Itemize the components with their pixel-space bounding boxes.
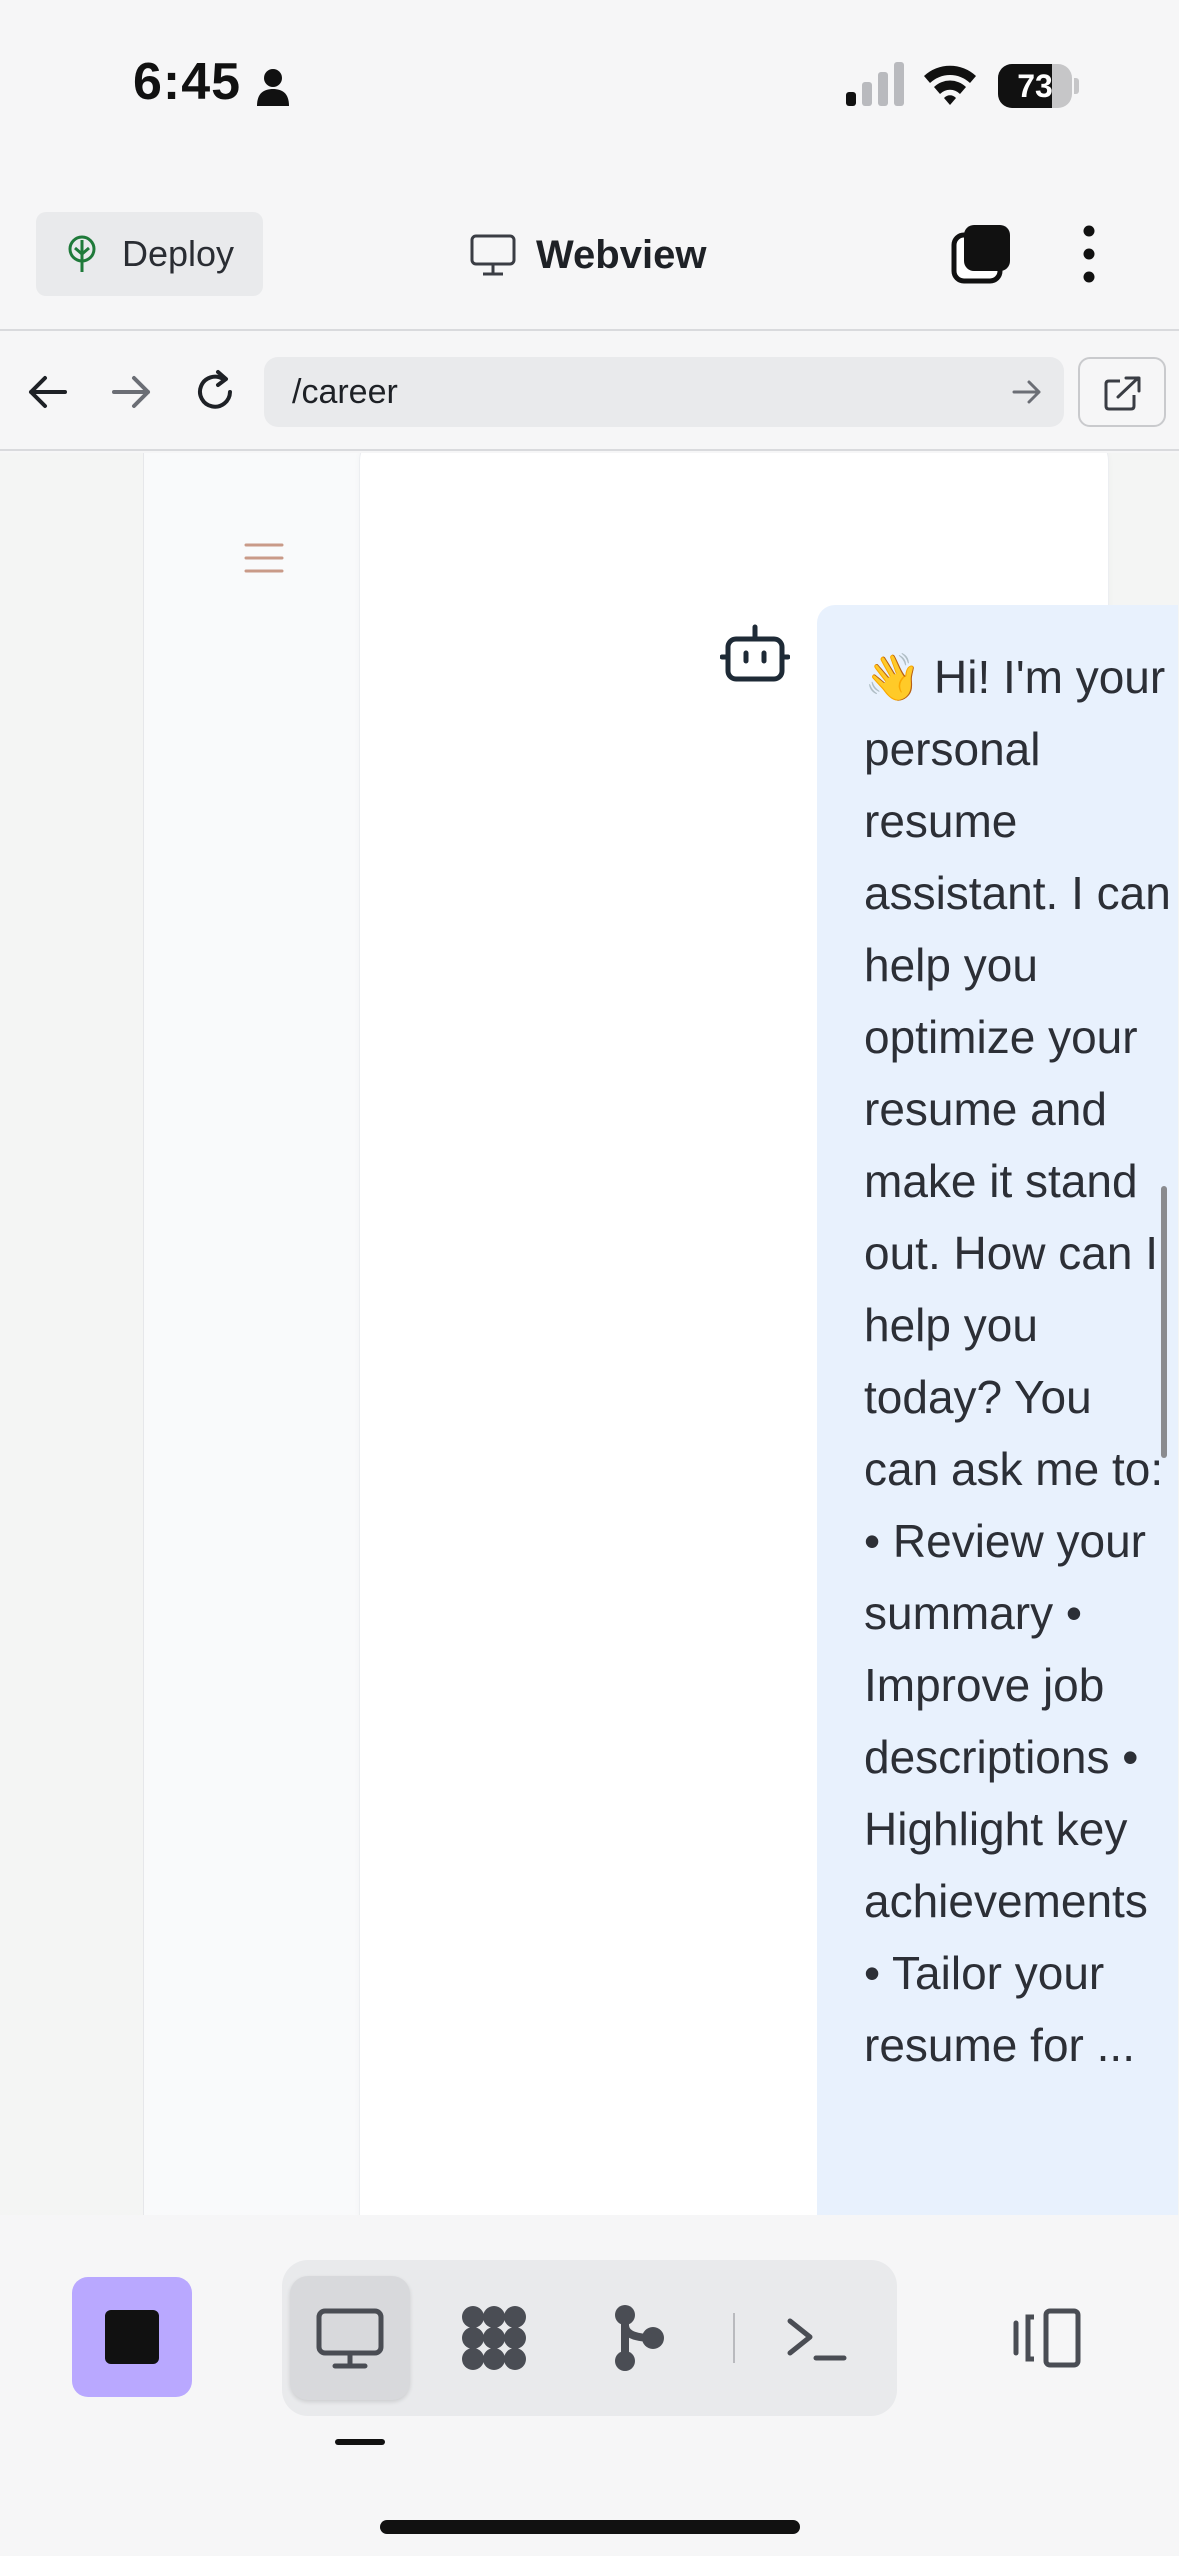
cellular-signal-icon	[846, 62, 904, 106]
terminal-icon	[787, 2318, 847, 2361]
stop-icon	[105, 2310, 159, 2364]
reload-icon[interactable]	[192, 369, 238, 415]
more-vertical-icon[interactable]	[1074, 225, 1104, 283]
url-bar: /career	[0, 333, 1179, 451]
url-input[interactable]: /career	[264, 357, 1064, 427]
deploy-label: Deploy	[122, 233, 235, 274]
bot-icon	[720, 624, 790, 682]
status-bar: 6:45 73	[0, 0, 1179, 175]
webview-content[interactable]: 👋 Hi! I'm your personal resume assistant…	[0, 453, 1179, 2215]
open-external-button[interactable]	[1078, 357, 1166, 427]
wifi-icon	[924, 65, 976, 105]
home-indicator[interactable]	[380, 2520, 800, 2534]
apps-tool-button[interactable]	[434, 2276, 554, 2400]
forward-arrow-icon[interactable]	[108, 369, 154, 415]
git-branch-icon	[615, 2305, 664, 2371]
apps-grid-icon	[462, 2306, 526, 2370]
scrollbar[interactable]	[1161, 1186, 1167, 1458]
app-header: Deploy Webview	[0, 175, 1179, 331]
toolbar-divider	[733, 2313, 735, 2363]
open-external-icon	[1104, 376, 1141, 411]
terminal-tool-button[interactable]	[757, 2276, 877, 2400]
side-panel-icon[interactable]	[1010, 2307, 1082, 2369]
chat-message-bubble: 👋 Hi! I'm your personal resume assistant…	[817, 605, 1178, 2215]
hamburger-menu-icon[interactable]	[244, 541, 284, 575]
monitor-icon	[316, 2308, 384, 2369]
chat-card: 👋 Hi! I'm your personal resume assistant…	[360, 453, 1178, 2215]
webview-tab[interactable]: Webview	[470, 225, 706, 285]
status-time: 6:45	[133, 53, 242, 111]
back-arrow-icon[interactable]	[25, 369, 71, 415]
go-arrow-icon[interactable]	[1012, 379, 1042, 405]
deploy-button[interactable]: Deploy	[36, 212, 263, 296]
tabs-icon[interactable]	[950, 223, 1012, 285]
page-column: 👋 Hi! I'm your personal resume assistant…	[143, 453, 1178, 2215]
chat-message-text: 👋 Hi! I'm your personal resume assistant…	[864, 651, 1171, 2071]
battery-percent: 73	[1017, 68, 1053, 104]
active-tab-indicator	[335, 2439, 385, 2445]
tool-group	[282, 2260, 897, 2416]
stop-button[interactable]	[72, 2277, 192, 2397]
monitor-icon	[470, 234, 516, 276]
battery-icon: 73	[998, 64, 1079, 108]
person-icon	[257, 69, 289, 106]
deploy-icon	[68, 235, 96, 272]
page-title: Webview	[536, 232, 707, 277]
git-tool-button[interactable]	[578, 2276, 698, 2400]
url-text: /career	[292, 373, 398, 411]
bottom-toolbar	[0, 2215, 1179, 2556]
webview-tool-button[interactable]	[290, 2276, 410, 2400]
